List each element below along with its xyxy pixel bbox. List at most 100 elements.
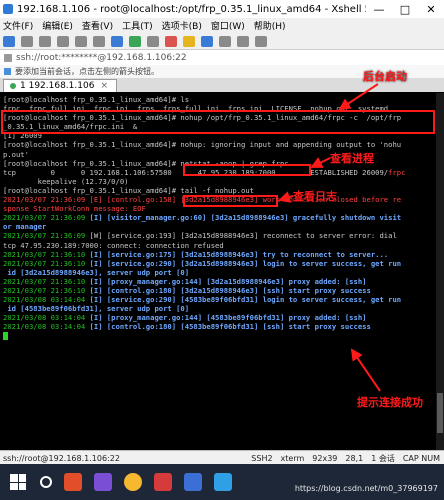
terminal-text: sponse StartWorkConn message: EOF xyxy=(3,204,146,214)
menu-window[interactable]: 窗口(W) xyxy=(211,19,245,32)
terminal-text: 2021/03/07 21:36:09 xyxy=(3,213,90,223)
terminal-line: keepalive (12.73/0/0) xyxy=(3,177,436,186)
terminal-text: [root@localhost frp_0.35.1_linux_amd64]#… xyxy=(3,185,254,195)
connected-status-icon xyxy=(10,83,16,89)
terminal-text: [I] [proxy_manager.go:144] [3d2a15d89889… xyxy=(89,276,367,286)
menu-edit[interactable]: 编辑(E) xyxy=(42,19,73,32)
terminal-line: id [4583be89f06bfd31], server udp port [… xyxy=(3,304,436,313)
tab-session-1[interactable]: 1 192.168.1.106 × xyxy=(3,79,117,92)
app-taskbar-icon[interactable] xyxy=(94,473,112,491)
menu-file[interactable]: 文件(F) xyxy=(3,19,33,32)
print-icon[interactable] xyxy=(111,35,123,47)
annotation-connect-success: 提示连接成功 xyxy=(357,396,423,409)
terminal-text: [I] [service.go:175] [3d2a15d8988946e3] … xyxy=(89,249,389,259)
menu-tools[interactable]: 工具(T) xyxy=(122,19,153,32)
terminal-line: 2021/03/07 21:36:10 [I] [service.go:290]… xyxy=(3,259,436,268)
watermark-url: https://blog.csdn.net/m0_37969197 xyxy=(294,484,438,493)
new-session-icon[interactable] xyxy=(3,35,15,47)
fullscreen-icon[interactable] xyxy=(201,35,213,47)
terminal-text: [I] [control.go:180] [3d2a15d8988946e3] … xyxy=(89,285,371,295)
tab-label: 1 192.168.1.106 xyxy=(20,81,95,91)
status-sessions: 1 会话 xyxy=(371,453,395,463)
scrollbar-thumb[interactable] xyxy=(437,393,443,433)
terminal-text: 2021/03/08 03:14:04 xyxy=(3,322,90,332)
disconnect-icon[interactable] xyxy=(39,35,51,47)
terminal-text: or manager xyxy=(3,222,47,232)
terminal-cursor xyxy=(3,332,8,341)
terminal-text: [W] [service.go:193] [3d2a15d8988946e3] … xyxy=(89,231,397,241)
globe-icon[interactable] xyxy=(129,35,141,47)
help-icon[interactable] xyxy=(255,35,267,47)
script-icon[interactable] xyxy=(183,35,195,47)
status-connection: ssh://root@192.168.1.106:22 xyxy=(3,453,120,463)
keyboard-icon[interactable] xyxy=(237,35,249,47)
tab-close-icon[interactable]: × xyxy=(100,81,108,91)
maximize-button[interactable]: □ xyxy=(392,3,418,16)
xshell-app-icon xyxy=(3,4,13,14)
terminal-text: [root@localhost frp_0.35.1_linux_amd64]#… xyxy=(3,140,402,150)
hint-text: 要添加当前会话，点击左侧的箭头按钮。 xyxy=(15,67,159,76)
terminal-line: [root@localhost frp_0.35.1_linux_amd64]#… xyxy=(3,186,436,195)
terminal-text: 2021/03/07 21:36:10 xyxy=(3,285,90,295)
terminal-text: [I] [visitor_manager.go:60] [3d2a15d8988… xyxy=(89,213,402,223)
status-bar: ssh://root@192.168.1.106:22 SSH2 xterm 9… xyxy=(0,450,444,465)
menu-view[interactable]: 查看(V) xyxy=(82,19,113,32)
menu-help[interactable]: 帮助(H) xyxy=(254,19,286,32)
terminal-line: 2021/03/08 03:14:04 [I] [service.go:290]… xyxy=(3,295,436,304)
menu-tabs[interactable]: 选项卡(B) xyxy=(162,19,202,32)
terminal-scrollbar[interactable] xyxy=(436,93,444,450)
terminal-line: 2021/03/07 21:36:10 [I] [proxy_manager.g… xyxy=(3,277,436,286)
terminal-text: [I] [service.go:290] [4583be89f06bfd31] … xyxy=(89,295,402,305)
terminal-text: 2021/03/07 21:36:10 xyxy=(3,249,90,259)
terminal-text: [I] [service.go:290] [3d2a15d8988946e3] … xyxy=(89,258,402,268)
search-icon[interactable] xyxy=(40,476,52,488)
toolbar xyxy=(0,33,444,49)
highlight-box-tail xyxy=(183,195,278,207)
xshell-taskbar-icon[interactable] xyxy=(64,473,82,491)
terminal-line: id [3d2a15d8988946e3], server udp port [… xyxy=(3,268,436,277)
terminal-text: tcp 47.95.230.189:7000: connect: connect… xyxy=(3,240,224,250)
lock-icon[interactable] xyxy=(219,35,231,47)
highlight-box-nohup xyxy=(1,110,435,134)
close-button[interactable]: ✕ xyxy=(418,3,444,16)
status-caps: CAP NUM xyxy=(402,453,440,463)
search-icon[interactable] xyxy=(93,35,105,47)
terminal-line: 2021/03/07 21:36:09 [I] [visitor_manager… xyxy=(3,213,436,222)
minimize-button[interactable]: — xyxy=(366,3,392,16)
terminal-text: [I] [proxy_manager.go:144] [4583be89f06b… xyxy=(89,313,367,323)
lock-icon xyxy=(4,53,12,62)
window-title: 192.168.1.106 - root@localhost:/opt/frp_… xyxy=(17,3,366,15)
xftp-icon[interactable] xyxy=(165,35,177,47)
terminal-text: id [4583be89f06bfd31], server udp port [… xyxy=(3,304,190,314)
terminal-line: 2021/03/07 21:36:10 [I] [service.go:175]… xyxy=(3,250,436,259)
terminal-text: [root@localhost frp_0.35.1_linux_amd64]#… xyxy=(3,95,190,104)
font-icon[interactable] xyxy=(147,35,159,47)
info-icon xyxy=(4,68,11,75)
terminal-line: [root@localhost frp_0.35.1_linux_amd64]#… xyxy=(3,140,436,149)
terminal-text: p.out' xyxy=(3,149,29,159)
status-size: 92x39 xyxy=(312,453,338,463)
chrome-taskbar-icon[interactable] xyxy=(124,473,142,491)
terminal-text: id [3d2a15d8988946e3], server udp port [… xyxy=(3,267,190,277)
terminal-text: 2021/03/07 21:36:10 xyxy=(3,258,90,268)
windows-start-icon[interactable] xyxy=(10,474,26,490)
address-bar[interactable]: ssh://root:********@192.168.1.106:22 xyxy=(0,49,444,66)
terminal-text: 2021/03/08 03:14:04 xyxy=(3,313,90,323)
terminal-line: 2021/03/08 03:14:04 [I] [proxy_manager.g… xyxy=(3,313,436,322)
terminal-text: 2021/03/07 21:36:09 xyxy=(3,231,90,241)
annotation-check-log: 查看日志 xyxy=(293,190,337,203)
terminal-prompt-line xyxy=(3,331,436,341)
copy-icon[interactable] xyxy=(57,35,69,47)
wps-taskbar-icon[interactable] xyxy=(214,473,232,491)
app3-taskbar-icon[interactable] xyxy=(184,473,202,491)
address-text: ssh://root:********@192.168.1.106:22 xyxy=(16,52,187,63)
terminal-text: frpc xyxy=(388,167,406,177)
app2-taskbar-icon[interactable] xyxy=(154,473,172,491)
highlight-box-netstat xyxy=(183,164,311,176)
terminal-text: 2021/03/07 21:36:10 xyxy=(3,276,90,286)
status-cursor-pos: 28,1 xyxy=(345,453,364,463)
terminal-line: 2021/03/07 21:36:09 [W] [service.go:193]… xyxy=(3,231,436,240)
annotation-check-process: 查看进程 xyxy=(330,152,374,165)
paste-icon[interactable] xyxy=(75,35,87,47)
open-folder-icon[interactable] xyxy=(21,35,33,47)
